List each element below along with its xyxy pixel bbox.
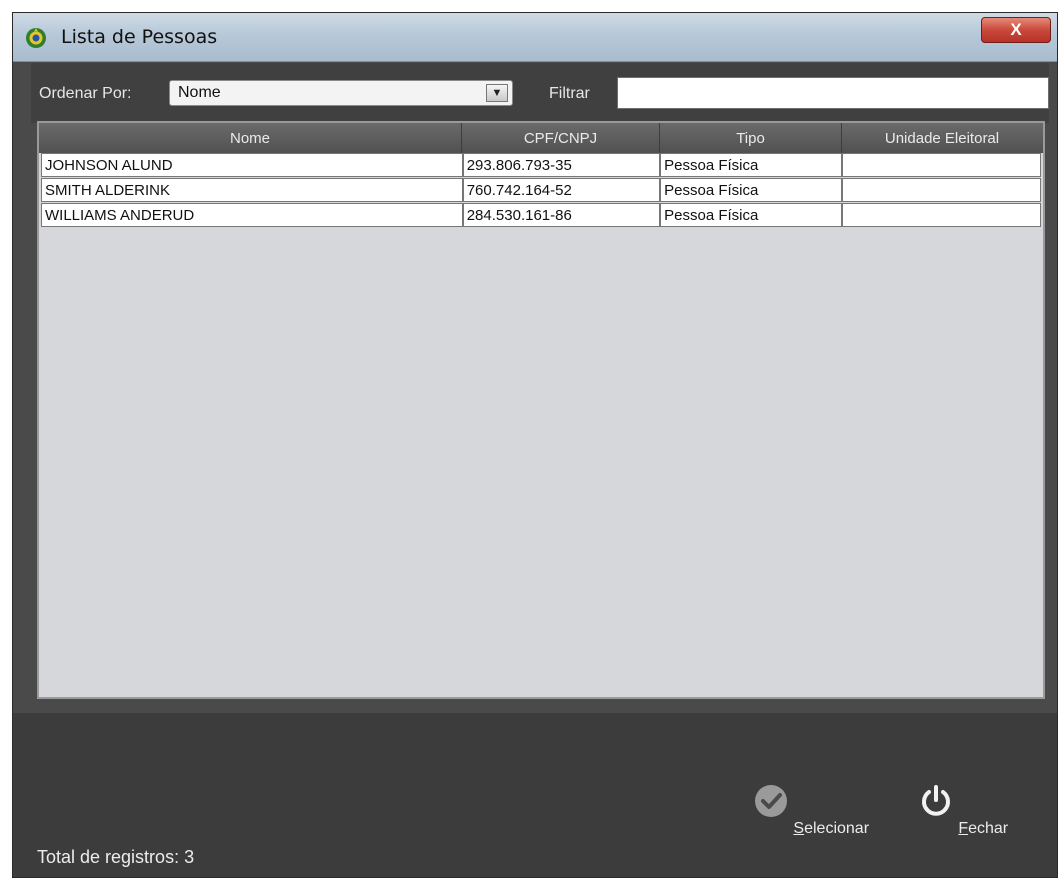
table-header: Nome CPF/CNPJ Tipo Unidade Eleitoral (39, 123, 1043, 153)
cell-tipo: Pessoa Física (660, 203, 842, 227)
column-header-nome[interactable]: Nome (39, 123, 462, 153)
select-label: Selecionar (793, 820, 870, 837)
sort-label: Ordenar Por: (39, 85, 132, 102)
power-icon (921, 785, 950, 816)
sort-selected-value: Nome (178, 84, 221, 101)
total-records: Total de registros: 3 (37, 847, 194, 868)
people-table: Nome CPF/CNPJ Tipo Unidade Eleitoral JOH… (37, 121, 1045, 699)
cell-cpf: 284.530.161-86 (462, 203, 661, 227)
cell-nome: JOHNSON ALUND (41, 153, 463, 177)
table-row[interactable]: WILLIAMS ANDERUD 284.530.161-86 Pessoa F… (41, 203, 1041, 227)
column-header-cpf[interactable]: CPF/CNPJ (462, 123, 660, 153)
column-header-unidade[interactable]: Unidade Eleitoral (842, 123, 1042, 153)
cell-nome: WILLIAMS ANDERUD (41, 203, 463, 227)
cell-tipo: Pessoa Física (660, 178, 842, 202)
table-row[interactable]: SMITH ALDERINK 760.742.164-52 Pessoa Fís… (41, 178, 1041, 202)
cell-unidade (841, 203, 1041, 227)
total-value: 3 (184, 847, 195, 867)
cell-nome: SMITH ALDERINK (41, 178, 463, 202)
lista-pessoas-window: Lista de Pessoas X Ordenar Por: Nome ▼ F… (12, 12, 1058, 878)
title-bar: Lista de Pessoas X (13, 13, 1057, 62)
cell-cpf: 293.806.793-35 (462, 153, 661, 177)
total-label: Total de registros: (37, 847, 180, 867)
close-window-button[interactable]: Fechar (913, 783, 1013, 838)
table-row[interactable]: JOHNSON ALUND 293.806.793-35 Pessoa Físi… (41, 153, 1041, 177)
cell-tipo: Pessoa Física (660, 153, 842, 177)
app-emblem-icon (26, 28, 46, 48)
column-header-tipo[interactable]: Tipo (660, 123, 842, 153)
filter-label: Filtrar (549, 85, 590, 102)
select-button[interactable]: Selecionar (751, 783, 871, 838)
filter-bar: Ordenar Por: Nome ▼ Filtrar (31, 63, 1049, 123)
filter-input[interactable] (617, 77, 1049, 109)
close-icon: X (1010, 20, 1022, 39)
sort-select[interactable]: Nome ▼ (169, 80, 513, 106)
footer-panel: Selecionar Fechar Total de registros: 3 (13, 713, 1057, 877)
cell-cpf: 760.742.164-52 (462, 178, 661, 202)
close-button[interactable]: X (981, 17, 1051, 43)
window-title: Lista de Pessoas (61, 26, 218, 48)
cell-unidade (841, 153, 1041, 177)
cell-unidade (841, 178, 1041, 202)
check-icon (754, 785, 787, 817)
dropdown-arrow-icon[interactable]: ▼ (486, 84, 508, 102)
close-label: Fechar (958, 820, 1009, 837)
